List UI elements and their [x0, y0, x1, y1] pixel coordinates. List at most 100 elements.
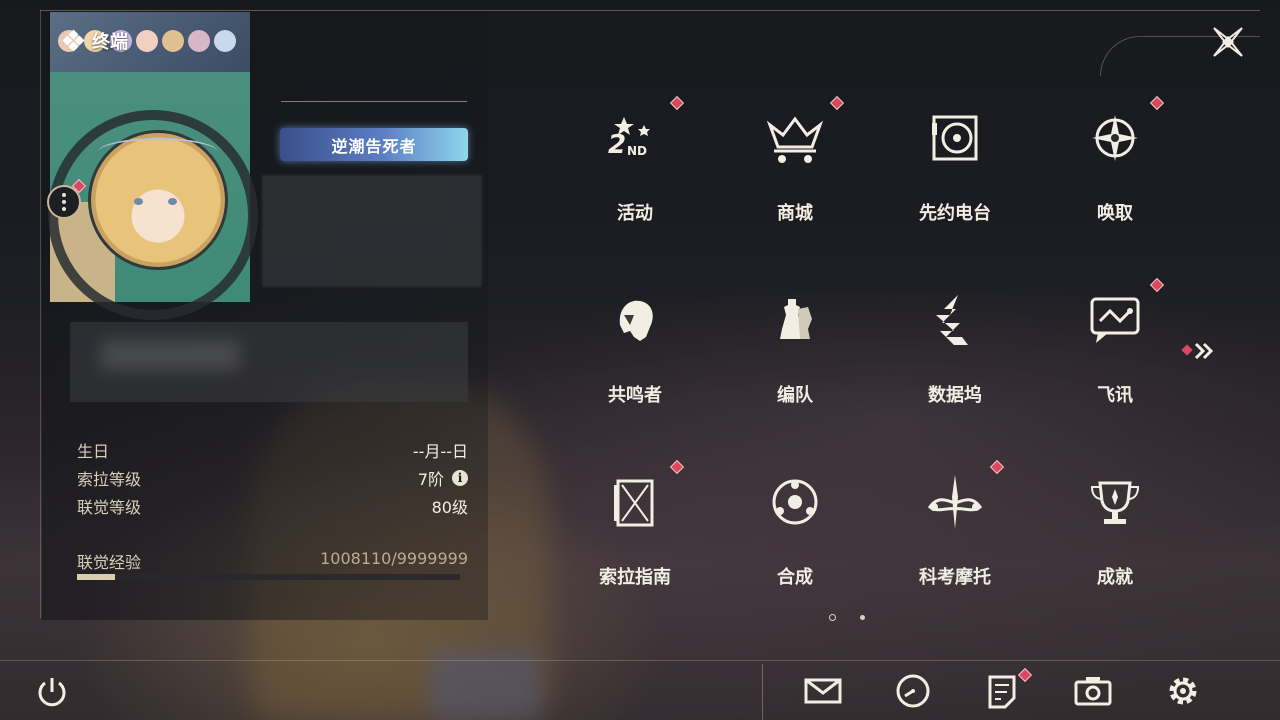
page-dot-active[interactable] [829, 614, 836, 621]
menu-item-resonators[interactable]: 共鸣者 [585, 275, 685, 415]
badge-dot [669, 459, 685, 475]
menu-label: 编队 [777, 385, 813, 406]
menu-item-data-dock[interactable]: 数据坞 [905, 275, 1005, 415]
bottom-bar-line [0, 660, 1280, 661]
menu-label: 商城 [777, 203, 813, 224]
mail-icon [804, 678, 842, 704]
exp-label: 联觉经验 [77, 553, 142, 572]
page-dot[interactable] [860, 615, 865, 620]
menu-item-team[interactable]: 编队 [745, 275, 845, 415]
menu-label: 科考摩托 [919, 567, 991, 588]
crown-cart-icon [766, 116, 824, 163]
avatar-eyes [128, 198, 188, 208]
chibi-decoration [162, 30, 184, 52]
stat-value: 80级 [431, 498, 468, 517]
hidden-signature-text [100, 340, 240, 370]
stat-label: 索拉等级 [77, 470, 142, 489]
menu-item-sola-guide[interactable]: 索拉指南 [585, 457, 685, 597]
stat-union-level: 联觉等级 80级 [77, 492, 468, 520]
trophy-icon [1090, 481, 1140, 524]
exp-progress-fill [77, 574, 116, 580]
close-icon [1213, 27, 1243, 57]
badge-dot [829, 95, 845, 111]
stat-value: 7阶 [417, 470, 444, 489]
vinyl-radio-icon [932, 115, 978, 161]
stat-value: --月--日 [412, 442, 468, 461]
hidden-name-area [262, 175, 482, 287]
menu-item-achievements[interactable]: 成就 [1065, 457, 1165, 597]
menu-label: 索拉指南 [599, 567, 671, 588]
title-badge[interactable]: 逆潮告死者 [280, 128, 468, 161]
frame-top-line [40, 10, 1260, 11]
chibi-decoration [188, 30, 210, 52]
badge-dot [1149, 277, 1165, 293]
next-page-button[interactable] [1180, 340, 1220, 362]
power-icon [38, 678, 66, 707]
stat-label: 生日 [77, 442, 110, 461]
mail-button[interactable] [803, 672, 843, 710]
menu-item-shop[interactable]: 商城 [745, 93, 845, 233]
notice-icon [988, 675, 1016, 709]
motorcycle-icon [927, 475, 983, 529]
svg-text:2: 2 [608, 130, 626, 160]
double-chevron-right-icon [1181, 342, 1214, 360]
stat-sola-level: 索拉等级 7阶 i [77, 464, 468, 492]
terminal-title: 终端 [62, 28, 128, 54]
compass-star-icon [1092, 115, 1138, 161]
exp-progress-bar [77, 574, 460, 580]
stat-label: 联觉等级 [77, 498, 142, 517]
svg-text:ND: ND [627, 144, 647, 158]
menu-item-activity[interactable]: 2 ND 活动 [585, 93, 685, 233]
badge-dot [669, 95, 685, 111]
menu-label: 活动 [617, 203, 653, 224]
menu-label: 飞讯 [1097, 385, 1133, 406]
exp-row: 联觉经验 1008110/9999999 [77, 549, 468, 573]
close-button[interactable] [1208, 22, 1248, 62]
dot [62, 207, 66, 211]
badge-dot [989, 459, 1005, 475]
chibi-decoration [136, 30, 158, 52]
menu-grid: 2 ND 活动 商城 先约电台 唤取 共鸣者 编队 数据坞 飞讯 索拉指南 合成… [585, 93, 1165, 603]
character-head-icon [619, 300, 653, 341]
menu-item-messenger[interactable]: 飞讯 [1065, 275, 1165, 415]
info-icon[interactable]: i [452, 470, 468, 486]
profile-stats: 生日 --月--日 索拉等级 7阶 i 联觉等级 80级 [77, 436, 468, 520]
chibi-decoration [214, 30, 236, 52]
chat-bubble-icon [1090, 297, 1140, 343]
chess-pieces-icon [780, 299, 812, 339]
data-dock-icon [936, 295, 968, 345]
menu-label: 唤取 [1097, 203, 1133, 224]
avatar-crown [98, 138, 218, 166]
camera-icon [1074, 677, 1112, 706]
frame-left-line [40, 10, 41, 618]
menu-item-convene[interactable]: 唤取 [1065, 93, 1165, 233]
clock-button[interactable] [893, 672, 933, 710]
guide-book-icon [614, 479, 654, 527]
terminal-title-text: 终端 [92, 32, 128, 53]
menu-label: 先约电台 [919, 203, 991, 224]
menu-label: 成就 [1097, 567, 1133, 588]
stat-birthday: 生日 --月--日 [77, 436, 468, 464]
camera-button[interactable] [1073, 672, 1113, 710]
menu-label: 共鸣者 [608, 385, 662, 406]
settings-button[interactable] [1163, 672, 1203, 710]
name-underline [281, 101, 467, 102]
power-button[interactable] [34, 674, 70, 710]
menu-item-motorcycle[interactable]: 科考摩托 [905, 457, 1005, 597]
2nd-anniversary-icon: 2 ND [608, 117, 650, 160]
menu-item-radio[interactable]: 先约电台 [905, 93, 1005, 233]
dot [62, 200, 66, 204]
dot [62, 193, 66, 197]
menu-item-synthesis[interactable]: 合成 [745, 457, 845, 597]
clock-icon [896, 674, 930, 708]
synthesis-orb-icon [772, 479, 818, 525]
menu-label: 数据坞 [928, 385, 982, 406]
stat-value-group: 7阶 i [418, 466, 468, 490]
settings-gear-icon [1169, 677, 1197, 705]
exp-value: 1008110/9999999 [320, 549, 468, 568]
notice-button[interactable] [983, 667, 1033, 710]
bottom-bar-divider [762, 664, 763, 720]
badge-dot [1149, 95, 1165, 111]
terminal-diamond-icon [62, 29, 85, 52]
menu-label: 合成 [777, 567, 813, 588]
